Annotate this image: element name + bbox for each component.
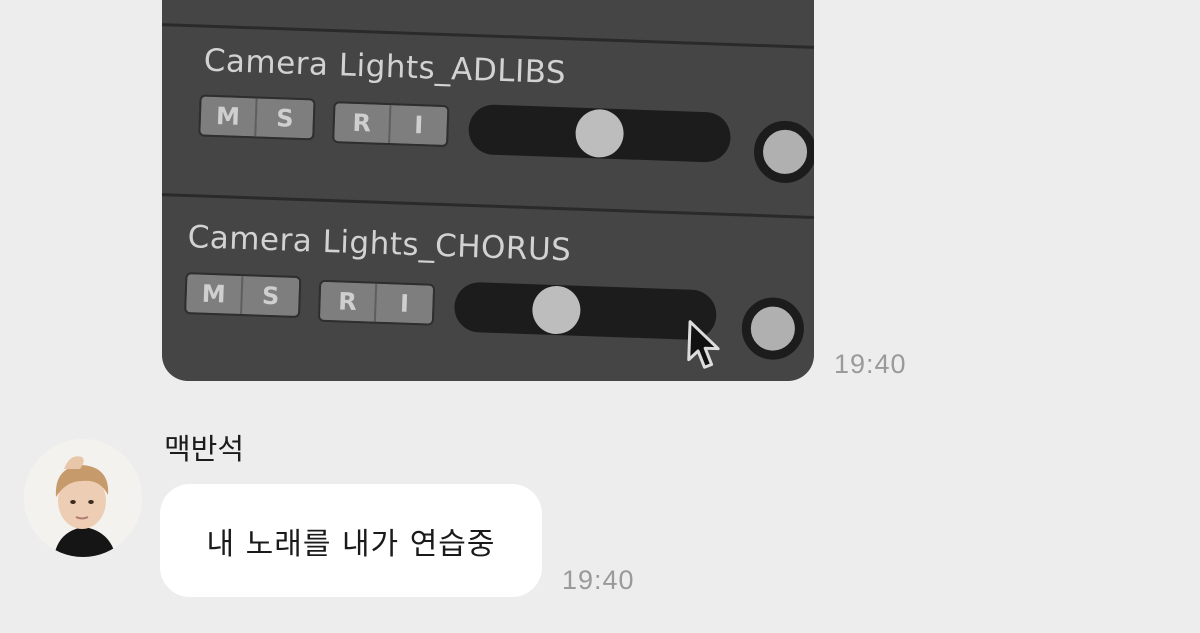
- track-name-chorus: Camera Lights_CHORUS: [187, 219, 572, 269]
- solo-button: S: [256, 98, 314, 139]
- record-button: R: [319, 281, 378, 322]
- message-text: 내 노래를 내가 연습중: [206, 526, 496, 562]
- record-input-group: R I: [317, 279, 436, 326]
- record-input-group: R I: [332, 101, 450, 148]
- profile-photo: [24, 439, 142, 557]
- pan-knob: [740, 296, 805, 361]
- record-button: R: [334, 103, 392, 144]
- sender-name: 맥반석: [164, 432, 245, 466]
- volume-slider-thumb: [531, 285, 582, 335]
- message-time: 19:40: [562, 565, 635, 595]
- input-monitor-button: I: [390, 105, 448, 146]
- sender-avatar[interactable]: [24, 439, 142, 557]
- mouse-cursor-icon: [687, 320, 720, 369]
- mute-button: M: [200, 96, 258, 137]
- daw-screenshot: Camera Lights_ADLIBS M S R I Camera Ligh…: [162, 0, 814, 381]
- message-bubble[interactable]: 내 노래를 내가 연습중: [160, 484, 542, 597]
- volume-slider-thumb: [574, 108, 625, 159]
- input-monitor-button: I: [375, 283, 434, 324]
- message-time: 19:40: [834, 349, 907, 379]
- track-divider: [162, 191, 814, 221]
- pan-knob: [752, 119, 814, 184]
- volume-slider: [453, 281, 718, 341]
- image-message[interactable]: Camera Lights_ADLIBS M S R I Camera Ligh…: [162, 0, 814, 381]
- track-name-adlibs: Camera Lights_ADLIBS: [203, 42, 567, 92]
- mute-button: M: [186, 274, 244, 315]
- volume-slider: [467, 103, 732, 163]
- solo-button: S: [242, 276, 300, 317]
- mute-solo-group: M S: [184, 272, 302, 319]
- mute-solo-group: M S: [198, 94, 316, 141]
